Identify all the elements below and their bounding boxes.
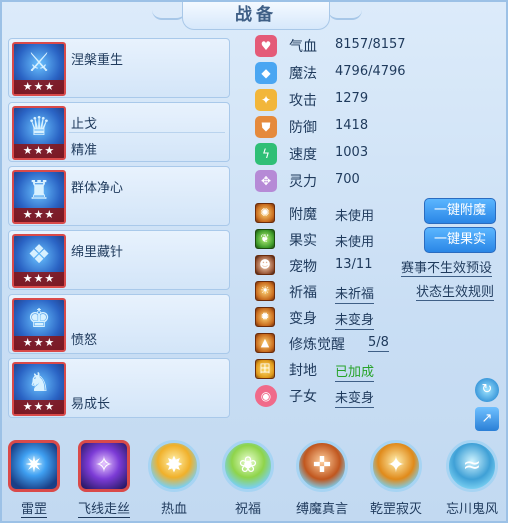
bottom-label: 雷罡	[20, 502, 47, 518]
no-effect-preset-link[interactable]: 赛事不生效预设	[401, 257, 493, 277]
crest-icon: ❖ ★★★	[12, 234, 66, 288]
refresh-icon[interactable]: ↻	[475, 378, 499, 402]
skill-slot-6[interactable]: ♞ ★★★ 易成长	[8, 358, 230, 418]
extra-label: 变身	[289, 311, 317, 327]
annihilate-icon: ✦	[370, 440, 422, 492]
bottom-label: 热血	[160, 502, 187, 517]
mana-icon: ◆	[255, 62, 277, 84]
one-click-fruit-button[interactable]: 一键果实	[424, 227, 496, 253]
wing-helm-icon: ♞ ★★★	[12, 362, 66, 416]
bottom-skill-6[interactable]: ✦ 乾罡寂灭	[366, 440, 426, 522]
transform-link[interactable]: 未变身	[335, 313, 375, 330]
lightning-orb-icon: ✷	[8, 440, 60, 492]
skill-name: 绵里藏针	[71, 245, 124, 260]
skill-slot-5[interactable]: ♚ ★★★ 愤怒	[8, 294, 230, 354]
skill-sub: 精准	[71, 143, 98, 158]
skill-slot-1[interactable]: ⚔ ★★★ 涅槃重生	[8, 38, 230, 98]
bottom-label: 飞线走丝	[77, 502, 130, 518]
stat-value: 700	[335, 172, 360, 187]
fief-status: 已加成	[335, 365, 375, 382]
battle-prep-panel: 战备 ⚔ ★★★ 涅槃重生 ♛ ★★★ 止戈 精准 ♜ ★★★ 群体净心 ❖ ★★★ 绵…	[0, 0, 508, 523]
children-link[interactable]: 未变身	[335, 391, 375, 408]
cultivation-icon: ▲	[255, 333, 275, 353]
stat-value: 1003	[335, 145, 369, 160]
stat-label: 攻击	[289, 93, 317, 109]
title-decoration-left	[152, 8, 186, 20]
fruit-icon: ❦	[255, 229, 275, 249]
stat-value: 1279	[335, 91, 369, 106]
stat-value: 4796/4796	[335, 64, 406, 79]
stat-label: 魔法	[289, 66, 317, 82]
skill-slot-3[interactable]: ♜ ★★★ 群体净心	[8, 166, 230, 226]
bottom-skill-1[interactable]: ✷ 雷罡	[4, 440, 64, 522]
state-effect-rules-link[interactable]: 状态生效规则	[416, 281, 495, 301]
lightning-icon: ϟ	[255, 143, 277, 165]
bottom-skill-7[interactable]: ≈ 忘川鬼风	[442, 440, 502, 522]
fief-icon: 田	[255, 359, 275, 379]
ghost-wind-icon: ≈	[446, 440, 498, 492]
thread-icon: ✧	[78, 440, 130, 492]
stat-label: 灵力	[289, 174, 317, 190]
skill-slot-4[interactable]: ❖ ★★★ 绵里藏针	[8, 230, 230, 290]
stat-label: 气血	[289, 39, 317, 55]
stat-value: 8157/8157	[335, 37, 406, 52]
sword-icon: ⚔ ★★★	[12, 42, 66, 96]
stat-label: 防御	[289, 120, 317, 136]
extra-label: 附魔	[289, 207, 317, 223]
bottom-label: 乾罡寂灭	[369, 502, 422, 517]
extra-label: 修炼觉醒	[289, 337, 345, 353]
bottom-skill-3[interactable]: ✸ 热血	[144, 440, 204, 522]
attack-icon: ✦	[255, 89, 277, 111]
child-icon: ◉	[255, 385, 277, 407]
crown-icon: ♚ ★★★	[12, 298, 66, 352]
bottom-label: 缚魔真言	[295, 502, 348, 517]
blue-helm-icon: ♜ ★★★	[12, 170, 66, 224]
skill-name: 群体净心	[71, 181, 124, 196]
blessing-orb-icon: ❀	[222, 440, 274, 492]
hot-blood-icon: ✸	[148, 440, 200, 492]
bottom-label: 忘川鬼风	[445, 502, 498, 517]
blessing-link[interactable]: 未祈福	[335, 287, 375, 304]
stat-label: 速度	[289, 147, 317, 163]
extra-label: 封地	[289, 363, 317, 379]
bottom-skill-5[interactable]: ✜ 缚魔真言	[292, 440, 352, 522]
skill-name: 止戈	[71, 117, 98, 132]
cultivation-link[interactable]: 5/8	[368, 335, 389, 352]
bind-demon-icon: ✜	[296, 440, 348, 492]
transform-icon: ✹	[255, 307, 275, 327]
title-decoration-right	[328, 8, 362, 20]
extra-label: 果实	[289, 233, 317, 249]
share-icon[interactable]: ↗	[475, 407, 499, 431]
spirit-icon: ✥	[255, 170, 277, 192]
divider	[69, 132, 225, 133]
one-click-enchant-button[interactable]: 一键附魔	[424, 198, 496, 224]
panel-title: 战备	[182, 2, 330, 30]
pet-avatar-icon: ☻	[255, 255, 275, 275]
extra-label: 子女	[289, 389, 317, 405]
helm-icon: ♛ ★★★	[12, 106, 66, 160]
extra-value: 未使用	[335, 209, 375, 224]
skill-slot-2[interactable]: ♛ ★★★ 止戈 精准	[8, 102, 230, 162]
extra-label: 宠物	[289, 259, 317, 275]
shield-icon: ⛊	[255, 116, 277, 138]
bottom-skill-2[interactable]: ✧ 飞线走丝	[74, 440, 134, 522]
blessing-icon: ☀	[255, 281, 275, 301]
bottom-label: 祝福	[234, 502, 261, 517]
enchant-icon: ✺	[255, 203, 275, 223]
skill-sub: 易成长	[71, 397, 111, 412]
stat-value: 1418	[335, 118, 369, 133]
bottom-skill-4[interactable]: ❀ 祝福	[218, 440, 278, 522]
heart-icon: ♥	[255, 35, 277, 57]
skill-name: 涅槃重生	[71, 53, 124, 68]
extra-label: 祈福	[289, 285, 317, 301]
extra-value: 未使用	[335, 235, 375, 250]
skill-sub: 愤怒	[71, 333, 98, 348]
extra-value: 13/11	[335, 257, 373, 272]
